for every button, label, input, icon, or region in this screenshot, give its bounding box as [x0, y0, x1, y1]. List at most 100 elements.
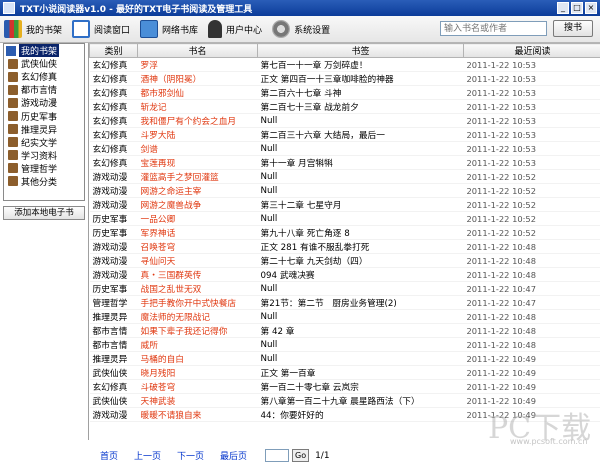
table-row[interactable]: 游戏动漫 网游之命运主宰 Null 2011-1-22 10:52 — [89, 183, 600, 198]
table-row[interactable]: 推理灵异 马桶的自白 Null 2011-1-22 10:49 — [89, 351, 600, 366]
search-input[interactable] — [440, 21, 547, 36]
cell-category: 推理灵异 — [89, 351, 138, 366]
tree-root-bookshelf[interactable]: 我的书架 — [4, 44, 84, 58]
cell-last-read: 2011-1-22 10:52 — [463, 225, 600, 240]
table-header-row: 类别 书名 书签 最近阅读 — [89, 43, 600, 58]
table-row[interactable]: 推理灵异 魔法师的无限战记 Null 2011-1-22 10:48 — [89, 309, 600, 324]
table-row[interactable]: 历史军事 军界神话 第九十八章 死亡角逐 8 2011-1-22 10:52 — [89, 225, 600, 240]
table-row[interactable]: 玄幻修真 酒神（阴阳冕） 正文 第四百一十三章咖啡脸的神器 2011-1-22 10:… — [89, 71, 600, 86]
tree-category-item[interactable]: 学习资料 — [4, 149, 84, 162]
cell-bookmark: 第七百一十一章 万剑碎虚！ — [257, 57, 464, 72]
search-button[interactable]: 搜书 — [553, 20, 593, 37]
table-row[interactable]: 玄幻修真 我和僵尸有个约会之血月 Null 2011-1-22 10:53 — [89, 113, 600, 128]
tree-category-item[interactable]: 都市言情 — [4, 83, 84, 96]
category-book-icon — [8, 58, 18, 69]
cell-category: 武侠仙侠 — [89, 393, 138, 408]
table-row[interactable]: 游戏动漫 灌篮高手之梦回灌篮 Null 2011-1-22 10:52 — [89, 169, 600, 184]
table-row[interactable]: 玄幻修真 斩龙记 第二百七十三章 战龙前夕 2011-1-22 10:53 — [89, 99, 600, 114]
tree-category-item[interactable]: 推理灵异 — [4, 123, 84, 136]
table-row[interactable]: 玄幻修真 宝莲再现 第十一章 月宫犐犐 2011-1-22 10:53 — [89, 155, 600, 170]
cell-category: 玄幻修真 — [89, 85, 138, 100]
table-row[interactable]: 游戏动漫 召唤苍穹 正文 281 有谁不服乱拳打死 2011-1-22 10:48 — [89, 239, 600, 254]
table-row[interactable]: 玄幻修真 剑谱 Null 2011-1-22 10:53 — [89, 141, 600, 156]
table-row[interactable]: 游戏动漫 网游之魔兽战争 第三十二章 七星守月 2011-1-22 10:52 — [89, 197, 600, 212]
tree-category-item[interactable]: 纪实文学 — [4, 136, 84, 149]
table-row[interactable]: 武侠仙侠 天神武装 第八章第一百二十九章 晨星路西法（下） 2011-1-22 10:… — [89, 393, 600, 408]
table-row[interactable]: 游戏动漫 寻仙问天 第二十七章 九天剑劫（四） 2011-1-22 10:48 — [89, 253, 600, 268]
title-bar: TXT小说阅读器v1.0 - 最好的TXT电子书阅读及管理工具 _ □ × — [0, 0, 600, 16]
cell-last-read: 2011-1-22 10:47 — [463, 281, 600, 296]
cell-title: 手把手教你开中式快餐店 — [137, 295, 258, 310]
prev-page-link[interactable]: 上一页 — [134, 449, 161, 462]
cell-last-read: 2011-1-22 10:49 — [463, 407, 600, 422]
column-header-last-read[interactable]: 最近阅读 — [463, 43, 600, 58]
table-row[interactable]: 玄幻修真 斗罗大陆 第二百三十六章 大结局，最后一 2011-1-22 10:53 — [89, 127, 600, 142]
tree-category-item[interactable]: 武侠仙侠 — [4, 57, 84, 70]
cell-last-read: 2011-1-22 10:47 — [463, 295, 600, 310]
user-center-button[interactable]: 用户中心 — [204, 17, 268, 42]
last-page-link[interactable]: 最后页 — [220, 449, 247, 462]
table-row[interactable]: 历史军事 战国之乱世无双 Null 2011-1-22 10:47 — [89, 281, 600, 296]
cell-bookmark: 第十一章 月宫犐犐 — [257, 155, 464, 170]
cell-category: 都市言情 — [89, 323, 138, 338]
reader-window-button[interactable]: 阅读窗口 — [68, 17, 136, 42]
table-row[interactable]: 都市言情 威所 Null 2011-1-22 10:48 — [89, 337, 600, 352]
window-title: TXT小说阅读器v1.0 - 最好的TXT电子书阅读及管理工具 — [20, 4, 253, 15]
tree-category-item[interactable]: 其他分类 — [4, 175, 84, 188]
table-row[interactable]: 管理哲学 手把手教你开中式快餐店 第21节：第二节 厨房业务管理(2) 2011-1-… — [89, 295, 600, 310]
add-local-ebook-button[interactable]: 添加本地电子书 — [3, 206, 85, 220]
bookshelf-button[interactable]: 我的书架 — [0, 17, 68, 42]
settings-button[interactable]: 系统设置 — [268, 17, 336, 42]
table-row[interactable]: 游戏动漫 真・三国群英传 094 武魂决赛 2011-1-22 10:48 — [89, 267, 600, 282]
cell-title: 罗浮 — [137, 57, 258, 72]
table-row[interactable]: 玄幻修真 罗浮 第七百一十一章 万剑碎虚！ 2011-1-22 10:53 — [89, 57, 600, 72]
cell-title: 我和僵尸有个约会之血月 — [137, 113, 258, 128]
tree-category-item[interactable]: 历史军事 — [4, 109, 84, 123]
category-book-icon — [8, 97, 18, 108]
category-label: 历史军事 — [21, 112, 58, 123]
cell-category: 玄幻修真 — [89, 71, 138, 86]
table-row[interactable]: 都市言情 如果下辈子我还记得你第 42 章 2011-1-22 10:48 — [89, 323, 600, 338]
category-book-icon — [8, 176, 18, 187]
cell-bookmark: 第二百七十三章 战龙前夕 — [257, 99, 464, 114]
cell-title: 斩龙记 — [137, 99, 258, 114]
online-library-button[interactable]: 网络书库 — [136, 17, 204, 42]
page-number-input[interactable] — [265, 449, 290, 462]
table-row[interactable]: 武侠仙侠 晓月残阳 正文 第一百章 2011-1-22 10:49 — [89, 365, 600, 380]
cell-last-read: 2011-1-22 10:48 — [463, 309, 600, 324]
minimize-button[interactable]: _ — [557, 2, 569, 14]
online-library-label: 网络书库 — [162, 25, 199, 36]
cell-bookmark: 第八章第一百二十九章 晨星路西法（下） — [257, 393, 464, 408]
cell-last-read: 2011-1-22 10:48 — [463, 337, 600, 352]
cell-title: 马桶的自白 — [137, 351, 258, 366]
go-button[interactable]: Go — [292, 449, 310, 462]
cell-category: 游戏动漫 — [89, 169, 138, 184]
table-row[interactable]: 历史军事 一品公卿 Null 2011-1-22 10:52 — [89, 211, 600, 226]
next-page-link[interactable]: 下一页 — [177, 449, 204, 462]
tree-category-item[interactable]: 游戏动漫 — [4, 96, 84, 109]
cell-title: 魔法师的无限战记 — [137, 309, 258, 324]
bookshelf-label: 我的书架 — [26, 25, 63, 36]
cell-bookmark: Null — [257, 141, 464, 156]
cell-bookmark: Null — [257, 169, 464, 184]
maximize-button[interactable]: □ — [571, 2, 583, 14]
cell-category: 都市言情 — [89, 337, 138, 352]
cell-title: 如果下辈子我还记得你 — [137, 323, 258, 338]
category-book-icon — [8, 71, 18, 82]
column-header-title[interactable]: 书名 — [137, 43, 258, 58]
cell-last-read: 2011-1-22 10:48 — [463, 267, 600, 282]
tree-category-item[interactable]: 玄幻修真 — [4, 70, 84, 83]
column-header-category[interactable]: 类别 — [89, 43, 138, 58]
table-row[interactable]: 玄幻修真 都市邪剑仙 第二百六十七章 斗神 2011-1-22 10:53 — [89, 85, 600, 100]
tree-category-item[interactable]: 管理哲学 — [4, 162, 84, 175]
close-button[interactable]: × — [585, 2, 597, 14]
table-row[interactable]: 游戏动漫 暖暖不请狼自来 44：你要奸好的 2011-1-22 10:49 — [89, 407, 600, 422]
cell-last-read: 2011-1-22 10:53 — [463, 99, 600, 114]
app-icon — [3, 2, 15, 14]
cell-bookmark: Null — [257, 211, 464, 226]
cell-title: 威所 — [137, 337, 258, 352]
column-header-bookmark[interactable]: 书签 — [257, 43, 464, 58]
table-row[interactable]: 玄幻修真 斗破苍穹 第一百二十零七章 云岚宗 2011-1-22 10:49 — [89, 379, 600, 394]
first-page-link[interactable]: 首页 — [100, 449, 118, 462]
cell-last-read: 2011-1-22 10:48 — [463, 323, 600, 338]
